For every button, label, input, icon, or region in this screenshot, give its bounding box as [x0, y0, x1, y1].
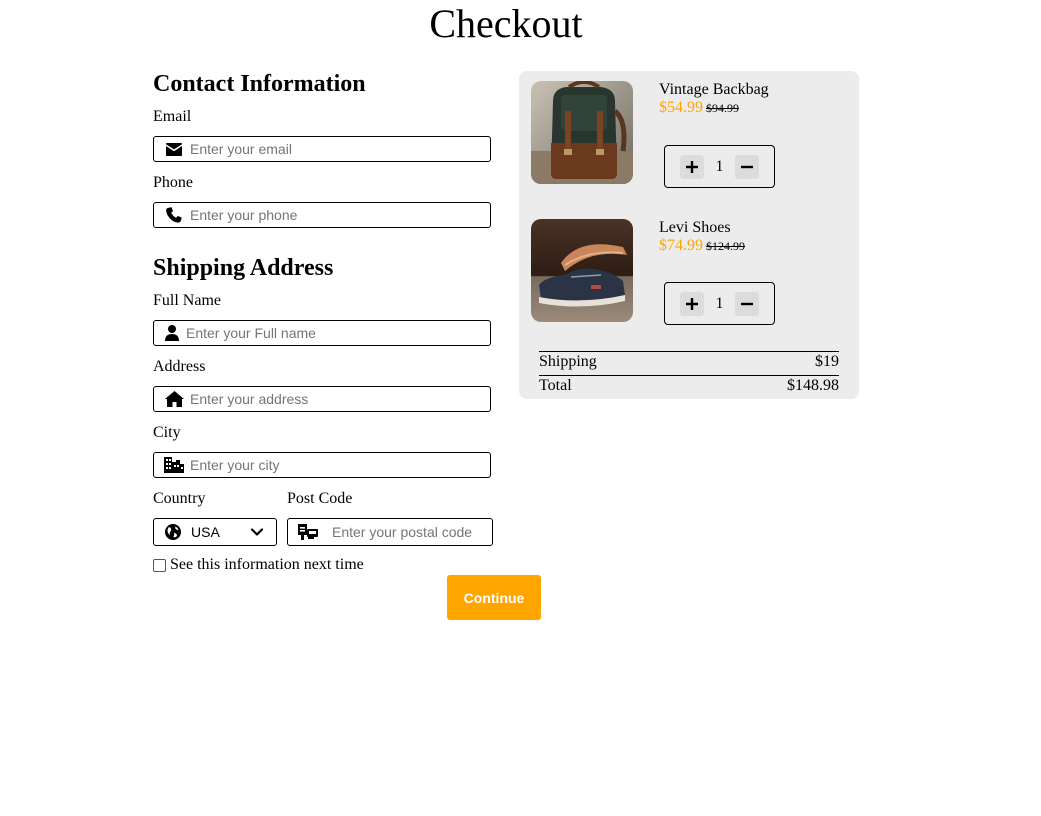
- page-title: Checkout: [429, 1, 583, 46]
- phone-field[interactable]: [153, 202, 491, 228]
- address-field[interactable]: [153, 386, 491, 412]
- postcode-input[interactable]: [332, 522, 513, 542]
- product-price: $74.99: [659, 237, 703, 254]
- product-prices: $74.99 $124.99: [659, 236, 745, 256]
- increase-quantity-button[interactable]: [680, 154, 704, 179]
- contact-heading: Contact Information: [153, 71, 366, 97]
- phone-label: Phone: [153, 174, 193, 191]
- decrease-quantity-button[interactable]: [735, 291, 759, 316]
- minus-icon: [741, 302, 753, 305]
- quantity-value: 1: [715, 157, 724, 175]
- product-old-price: $124.99: [706, 239, 745, 253]
- product-name: Vintage Backbag: [659, 81, 769, 98]
- city-field[interactable]: [153, 452, 491, 478]
- shipping-value: $19: [815, 353, 839, 370]
- fullname-label: Full Name: [153, 292, 221, 309]
- postcode-label: Post Code: [287, 490, 353, 507]
- total-value: $148.98: [787, 377, 839, 394]
- mailbox-icon: [298, 522, 318, 542]
- remember-checkbox-row[interactable]: See this information next time: [153, 556, 364, 574]
- plus-icon: [686, 297, 698, 310]
- increase-quantity-button[interactable]: [680, 291, 704, 316]
- total-label: Total: [539, 377, 572, 394]
- shipping-heading: Shipping Address: [153, 255, 334, 281]
- product-name: Levi Shoes: [659, 219, 731, 236]
- email-input[interactable]: [190, 139, 490, 159]
- quantity-stepper: 1: [664, 282, 775, 325]
- country-value: USA: [191, 524, 220, 540]
- address-input[interactable]: [190, 389, 490, 409]
- quantity-value: 1: [715, 294, 724, 312]
- product-price: $54.99: [659, 99, 703, 116]
- cart-summary: Vintage Backbag $54.99 $94.99 1 Levi Shoe…: [519, 71, 859, 399]
- shipping-row: Shipping $19: [539, 351, 839, 372]
- product-prices: $54.99 $94.99: [659, 98, 739, 118]
- minus-icon: [741, 165, 753, 168]
- email-field[interactable]: [153, 136, 491, 162]
- email-label: Email: [153, 108, 192, 125]
- address-label: Address: [153, 358, 206, 375]
- product-image-backpack: [531, 81, 633, 184]
- decrease-quantity-button[interactable]: [735, 154, 759, 179]
- phone-input[interactable]: [190, 205, 490, 225]
- home-icon: [164, 389, 184, 409]
- shipping-label: Shipping: [539, 353, 597, 370]
- city-icon: [164, 455, 184, 475]
- fullname-field[interactable]: [153, 320, 491, 346]
- product-old-price: $94.99: [706, 101, 739, 115]
- chevron-down-icon: [250, 528, 264, 536]
- total-row: Total $148.98: [539, 375, 839, 396]
- continue-button[interactable]: Continue: [447, 575, 541, 620]
- country-label: Country: [153, 490, 206, 507]
- remember-label: See this information next time: [170, 556, 364, 573]
- country-select[interactable]: USA: [153, 518, 277, 546]
- envelope-icon: [164, 139, 184, 159]
- user-icon: [164, 323, 180, 343]
- phone-icon: [164, 205, 184, 225]
- remember-checkbox[interactable]: [153, 558, 166, 572]
- globe-icon: [165, 524, 181, 540]
- postcode-field[interactable]: [287, 518, 513, 546]
- fullname-input[interactable]: [186, 323, 490, 343]
- city-input[interactable]: [190, 455, 490, 475]
- city-label: City: [153, 424, 181, 441]
- plus-icon: [686, 160, 698, 173]
- product-image-shoe: [531, 219, 633, 322]
- quantity-stepper: 1: [664, 145, 775, 188]
